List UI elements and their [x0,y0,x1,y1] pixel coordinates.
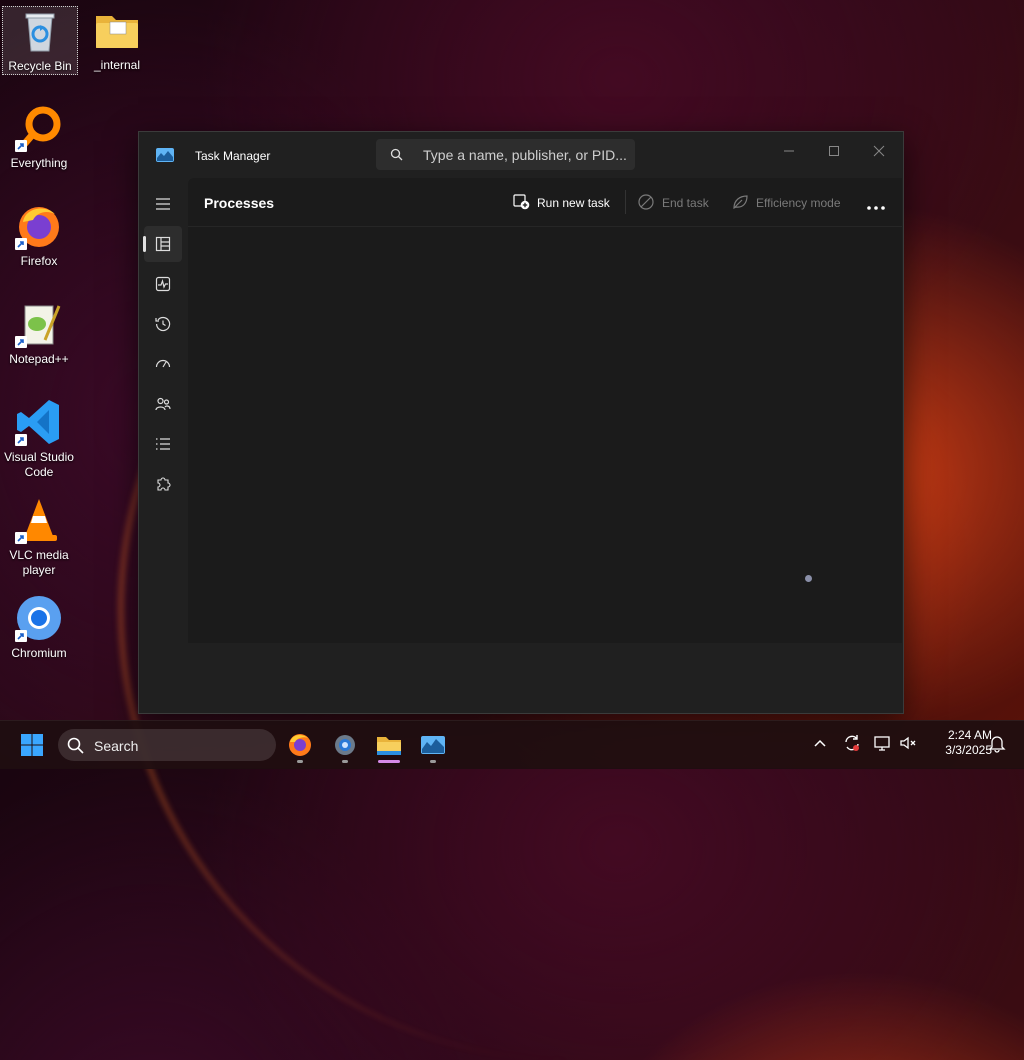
desktop-icon-label: VLC media player [9,548,69,577]
firefox-icon [15,202,63,250]
history-icon [155,316,171,332]
desktop-icon-notepad-plus-plus[interactable]: Notepad++ [2,300,76,367]
taskbar: Search [0,720,1024,769]
desktop-icon-label: Notepad++ [9,352,69,366]
desktop-icon-label: Recycle Bin [8,59,72,73]
desktop-icon-everything[interactable]: Everything [2,104,76,171]
running-indicator [430,760,436,763]
clock-time: 2:24 AM [947,728,992,742]
hamburger-icon [156,198,170,210]
running-indicator [297,760,303,763]
search-icon [67,737,84,754]
minimize-button[interactable] [769,137,809,165]
shortcut-arrow-icon [15,630,27,642]
run-new-task-label: Run new task [537,196,610,210]
nav-performance[interactable] [144,266,182,302]
maximize-button[interactable] [814,137,854,165]
sync-icon [845,735,859,751]
end-task-icon [638,194,654,210]
services-puzzle-icon [157,477,171,491]
taskbar-settings[interactable] [329,729,361,763]
notepad-plus-plus-icon [15,300,63,348]
chevron-up-icon [814,739,826,747]
nav-details[interactable] [144,426,182,462]
processes-icon [155,236,171,252]
nav-app-history[interactable] [144,306,182,342]
desktop-icon-label: Everything [10,156,68,170]
process-search-input[interactable]: Type a name, publisher, or PID... [376,139,635,170]
window-title: Task Manager [195,149,271,163]
running-indicator [342,760,348,763]
nav-services[interactable] [144,466,182,502]
taskbar-clock[interactable]: 2:24 AM 3/3/2025 [920,728,992,758]
desktop-icon-recycle-bin[interactable]: Recycle Bin [2,6,78,75]
desktop-icon-label: Firefox [20,254,58,268]
details-list-icon [156,438,170,450]
title-bar[interactable]: Task Manager Type a name, publisher, or … [139,132,903,178]
clock-date: 3/3/2025 [945,743,992,757]
search-icon [390,148,403,166]
folder-icon [93,6,141,54]
desktop-icon-vlc[interactable]: VLC media player [2,496,76,578]
search-placeholder: Type a name, publisher, or PID... [423,147,627,163]
taskbar-firefox[interactable] [284,729,316,763]
toolbar-divider [625,190,626,214]
desktop-icon-vscode[interactable]: Visual Studio Code [2,398,76,480]
taskbar-search-box[interactable]: Search [58,729,276,761]
desktop-icon-label: _internal [93,58,141,72]
performance-icon [155,276,171,292]
efficiency-mode-label: Efficiency mode [756,196,841,210]
active-indicator [378,760,400,763]
settings-gear-icon [335,735,355,755]
nav-processes[interactable] [143,226,182,262]
taskbar-file-explorer[interactable] [373,729,405,763]
task-manager-window: Task Manager Type a name, publisher, or … [138,131,904,714]
processes-page: Processes Run new task End task Efficien… [188,178,902,643]
desktop-icon-internal[interactable]: _internal [80,6,154,73]
shortcut-arrow-icon [15,434,27,446]
network-icon [874,736,890,751]
shortcut-arrow-icon [15,532,27,544]
efficiency-leaf-icon [733,195,748,209]
recycle-bin-icon [16,7,64,55]
loading-indicator [805,575,812,582]
desktop-icon-label: Chromium [11,646,67,660]
chromium-icon [15,594,63,642]
taskbar-task-manager[interactable] [417,729,449,763]
page-header: Processes Run new task End task Efficien… [188,178,902,227]
volume-muted-icon [900,736,916,750]
task-manager-app-icon [156,148,174,167]
more-options-button[interactable] [866,198,886,216]
show-hidden-icons-button[interactable] [810,733,830,758]
hamburger-menu-button[interactable] [144,186,182,222]
nav-startup-apps[interactable] [144,346,182,382]
file-explorer-icon [377,737,401,755]
shortcut-arrow-icon [15,140,27,152]
firefox-icon [289,734,311,756]
tray-volume-button[interactable] [899,733,919,758]
tray-network-button[interactable] [873,733,893,758]
desktop-icon-label: Visual Studio Code [4,450,74,479]
page-title: Processes [204,195,275,211]
end-task-label: End task [662,196,709,210]
start-button[interactable] [16,729,48,761]
tray-sync-button[interactable] [842,733,862,758]
shortcut-arrow-icon [15,336,27,348]
vscode-icon [15,398,63,446]
desktop-icon-chromium[interactable]: Chromium [2,594,76,661]
shortcut-arrow-icon [15,238,27,250]
windows-logo-icon [21,734,43,756]
desktop-icon-firefox[interactable]: Firefox [2,202,76,269]
users-icon [155,397,171,411]
close-button[interactable] [859,137,899,165]
startup-gauge-icon [155,359,171,368]
navigation-rail [139,188,187,568]
run-new-task-icon [513,194,530,210]
taskbar-search-label: Search [94,738,139,754]
task-manager-icon [421,736,445,754]
more-dots-icon [867,206,885,210]
vlc-cone-icon [15,496,63,544]
nav-users[interactable] [144,386,182,422]
everything-icon [15,104,63,152]
